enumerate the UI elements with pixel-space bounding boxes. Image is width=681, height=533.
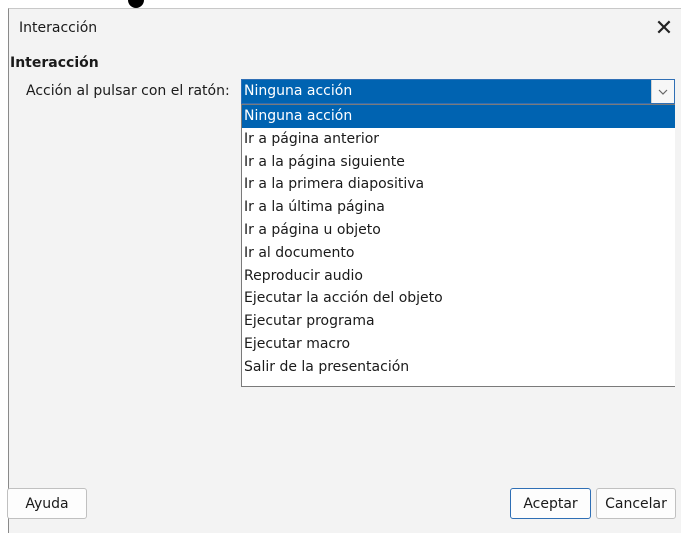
mouse-action-label: Acción al pulsar con el ratón: [26, 83, 230, 99]
dropdown-option[interactable]: Ejecutar programa [242, 310, 675, 333]
dropdown-option[interactable]: Ejecutar la acción del objeto [242, 287, 675, 310]
mouse-action-combobox[interactable]: Ninguna acción [241, 79, 675, 104]
dialog-title: Interacción [19, 20, 98, 36]
ok-button[interactable]: Aceptar [510, 488, 591, 519]
chevron-down-icon[interactable] [651, 80, 674, 103]
dropdown-option[interactable]: Ejecutar macro [242, 333, 675, 356]
dropdown-option[interactable]: Ir a página anterior [242, 128, 675, 151]
cancel-button[interactable]: Cancelar [596, 488, 676, 519]
help-button[interactable]: Ayuda [7, 488, 87, 519]
dropdown-option[interactable]: Ir al documento [242, 242, 675, 265]
mouse-action-dropdown-list: Ninguna acción Ir a página anterior Ir a… [241, 104, 675, 387]
dropdown-option[interactable]: Ir a la primera diapositiva [242, 173, 675, 196]
close-icon[interactable]: ✕ [647, 13, 681, 43]
dropdown-option[interactable]: Reproducir audio [242, 265, 675, 288]
section-heading: Interacción [10, 55, 99, 71]
top-edge-artifact [128, 0, 144, 8]
title-bar: Interacción ✕ [9, 9, 681, 49]
close-glyph: ✕ [654, 15, 674, 41]
dropdown-option[interactable]: Ninguna acción [242, 105, 675, 128]
dropdown-option[interactable]: Salir de la presentación [242, 356, 675, 379]
dropdown-option[interactable]: Ir a la página siguiente [242, 151, 675, 174]
combobox-selected-value: Ninguna acción [242, 80, 652, 103]
dropdown-option[interactable]: Ir a la última página [242, 196, 675, 219]
dropdown-option[interactable]: Ir a página u objeto [242, 219, 675, 242]
